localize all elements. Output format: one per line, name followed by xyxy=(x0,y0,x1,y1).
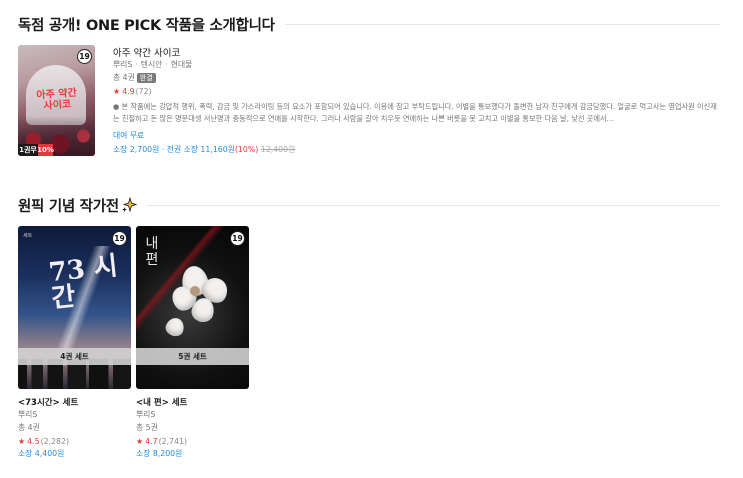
total-volumes: 총 4권 xyxy=(18,423,40,432)
rating-score: 4.7 xyxy=(145,437,158,446)
author-link[interactable]: 뿌리S xyxy=(113,60,132,69)
set-price: · 전권 소장 11,160원 xyxy=(161,145,235,154)
cover-title: 내 편 xyxy=(145,236,159,268)
book-cover[interactable]: 아주 약간 사이코 19 1권무 10% xyxy=(18,45,95,156)
author-link[interactable]: 뿌리S xyxy=(136,409,249,422)
category-label: 현대물 xyxy=(170,60,193,69)
volume-info: 총 4권 완결 xyxy=(113,72,720,85)
star-icon: ★ xyxy=(113,87,121,96)
cover-tag: 세트 xyxy=(23,233,33,239)
rating-score: 4.5 xyxy=(27,437,40,446)
age-rating-badge: 19 xyxy=(112,231,127,246)
rating: ★ 4.5 (2,282) xyxy=(18,435,131,448)
set-cover[interactable]: 세트 73 시간 19 4권 세트 xyxy=(18,226,131,389)
set-cover[interactable]: 내 편 19 5권 세트 xyxy=(136,226,249,389)
set-discount: (10%) xyxy=(234,145,259,154)
rating: ★ 4.9 (72) xyxy=(113,85,720,98)
genre-label: 텐시안 xyxy=(140,60,163,69)
completed-badge: 완결 xyxy=(136,73,156,83)
book-info: 아주 약간 사이코 뿌리S · 텐시안 · 현대물 총 4권 완결 ★ 4.9 (72) ● … xyxy=(113,45,720,156)
star-icon: ★ xyxy=(136,437,144,446)
free-episode-badge: 1권무 xyxy=(18,144,38,156)
featured-book[interactable]: 아주 약간 사이코 19 1권무 10% 아주 약간 사이코 뿌리S · 텐시안 · 현… xyxy=(18,45,720,157)
cover-title: 73 시간 xyxy=(47,251,120,315)
age-rating-badge: 19 xyxy=(230,231,245,246)
divider xyxy=(284,24,720,25)
book-meta: 뿌리S · 텐시안 · 현대물 xyxy=(113,60,193,69)
star-icon: ★ xyxy=(18,437,26,446)
rating-count: (72) xyxy=(135,87,152,96)
section-title: 독점 공개! ONE PICK 작품을 소개합니다 xyxy=(18,18,275,34)
set-count-bar: 4권 세트 xyxy=(18,348,131,365)
set-title[interactable]: <73시간> 세트 xyxy=(18,396,131,409)
set-info: <내 편> 세트 뿌리S 총 5권 ★ 4.7 (2,741) 소장 8,200원 xyxy=(136,396,249,461)
book-description: ● 본 작품에는 강압적 행위, 폭력, 감금 및 가스라이팅 등의 요소가 포… xyxy=(113,102,717,123)
section-title: 원픽 기념 작가전 xyxy=(18,195,137,216)
age-rating-badge: 19 xyxy=(77,49,92,64)
rating-count: (2,282) xyxy=(40,437,69,446)
set-title[interactable]: <내 편> 세트 xyxy=(136,396,249,409)
rating: ★ 4.7 (2,741) xyxy=(136,435,249,448)
purchase-price: 소장 2,700원 xyxy=(113,145,160,154)
cover-title: 아주 약간 사이코 xyxy=(36,87,78,112)
divider xyxy=(146,205,720,206)
section-header-one-pick: 독점 공개! ONE PICK 작품을 소개합니다 xyxy=(18,14,720,35)
total-volumes: 총 4권 xyxy=(113,73,135,82)
price-line: 소장 2,700원 · 전권 소장 11,160원(10%) 12,400원 xyxy=(113,144,720,156)
author-link[interactable]: 뿌리S xyxy=(18,409,131,422)
set-card[interactable]: 내 편 19 5권 세트 <내 편> 세트 뿌리S 총 5권 ★ 4.7 (2,74… xyxy=(136,226,249,461)
rating-score: 4.9 xyxy=(122,87,135,96)
purchase-price: 소장 8,200원 xyxy=(136,449,183,458)
original-price: 12,400원 xyxy=(260,145,296,154)
purchase-price: 소장 4,400원 xyxy=(18,449,65,458)
section-header-author-exhibit: 원픽 기념 작가전 xyxy=(18,195,720,216)
set-card[interactable]: 세트 73 시간 19 4권 세트 <73시간> 세트 뿌리S 총 4권 ★ 4.… xyxy=(18,226,131,461)
book-title[interactable]: 아주 약간 사이코 xyxy=(113,45,720,59)
discount-badge: 10% xyxy=(37,144,54,156)
set-count-bar: 5권 세트 xyxy=(136,348,249,365)
sparkle-icon xyxy=(121,197,137,213)
total-volumes: 총 5권 xyxy=(136,423,158,432)
set-info: <73시간> 세트 뿌리S 총 4권 ★ 4.5 (2,282) 소장 4,400원 xyxy=(18,396,131,461)
rental-free-label: 대여 무료 xyxy=(113,131,145,140)
rating-count: (2,741) xyxy=(158,437,187,446)
